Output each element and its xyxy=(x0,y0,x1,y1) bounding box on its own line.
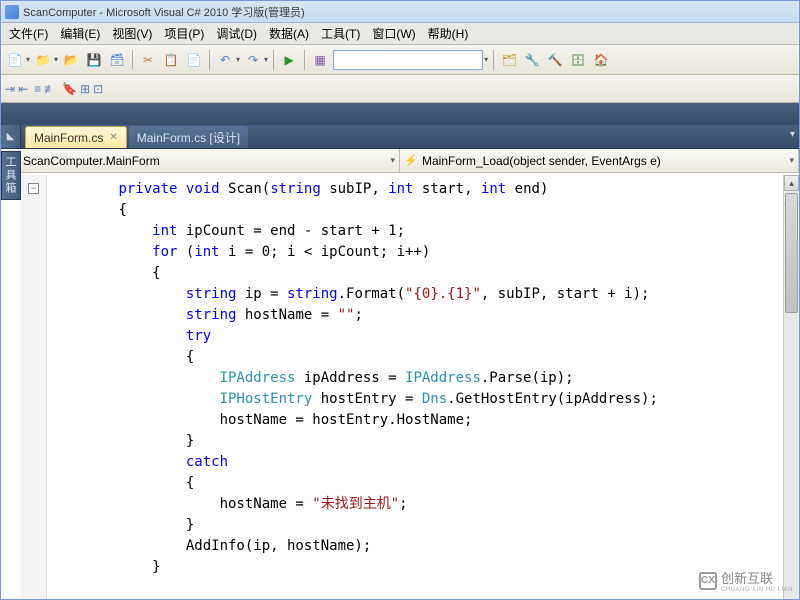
close-tab-icon[interactable]: ✕ xyxy=(109,132,117,143)
cut-icon[interactable]: ✂ xyxy=(138,50,158,70)
menu-help[interactable]: 帮助(H) xyxy=(424,23,473,44)
chevron-down-icon: ▾ xyxy=(789,155,794,166)
solution-explorer-icon[interactable]: 🗂 xyxy=(499,50,519,70)
tab-label: MainForm.cs xyxy=(34,131,103,145)
tab-label: MainForm.cs [设计] xyxy=(137,129,240,146)
tab-mainform-cs[interactable]: MainForm.cs ✕ xyxy=(25,126,127,148)
toolbar-main: 📄▾ 📁▾ 📂 💾 🗃 ✂ 📋 📄 ↶▾ ↷▾ ▶ ▦ ▾ 🗂 🔧 🔨 🗄 🏠 xyxy=(1,45,799,75)
tab-mainform-design[interactable]: MainForm.cs [设计] xyxy=(129,126,248,148)
save-icon[interactable]: 💾 xyxy=(84,50,104,70)
toolbar-text: ⇥ ⇤ ≡ ≢ 🔖 ⊞ ⊡ xyxy=(1,75,799,103)
dark-strip xyxy=(1,103,799,125)
fold-toggle[interactable]: − xyxy=(28,183,39,194)
copy-icon[interactable]: 📋 xyxy=(161,50,181,70)
watermark-text: 创新互联 xyxy=(721,568,793,587)
method-icon: ⚡ xyxy=(404,154,418,168)
watermark: CX 创新互联 CHUANG XIN HU LIAN xyxy=(699,568,793,593)
menu-view[interactable]: 视图(V) xyxy=(108,23,156,44)
code-nav-bar: 🔧 ScanComputer.MainForm ▾ ⚡ MainForm_Loa… xyxy=(1,149,799,173)
document-tabbar: ◣ MainForm.cs ✕ MainForm.cs [设计] ▾ xyxy=(1,125,799,149)
indent-icon[interactable]: ⇥ xyxy=(5,82,15,96)
code-gutter[interactable]: − xyxy=(21,175,47,599)
menu-project[interactable]: 项目(P) xyxy=(160,23,208,44)
menu-window[interactable]: 窗口(W) xyxy=(368,23,419,44)
vertical-scrollbar[interactable]: ▴ ─ xyxy=(783,175,799,599)
window-title: ScanComputer - Microsoft Visual C# 2010 … xyxy=(23,4,305,20)
start-page-icon[interactable]: 🏠 xyxy=(591,50,611,70)
object-browser-icon[interactable]: 🗄 xyxy=(568,50,588,70)
member-name: MainForm_Load(object sender, EventArgs e… xyxy=(422,154,661,168)
open-icon[interactable]: 📂 xyxy=(61,50,81,70)
chevron-down-icon: ▾ xyxy=(390,155,395,166)
paste-icon[interactable]: 📄 xyxy=(184,50,204,70)
toolbox-panel-tab[interactable]: 工具箱 xyxy=(1,151,21,200)
watermark-sub: CHUANG XIN HU LIAN xyxy=(721,587,793,593)
undo-icon[interactable]: ↶ xyxy=(215,50,235,70)
menu-tools[interactable]: 工具(T) xyxy=(317,23,364,44)
side-tab-arrow[interactable]: ◣ xyxy=(1,125,21,148)
code-content[interactable]: private void Scan(string subIP, int star… xyxy=(47,175,783,599)
start-debug-icon[interactable]: ▶ xyxy=(279,50,299,70)
class-name: ScanComputer.MainForm xyxy=(23,154,160,168)
comment-out-icon[interactable]: ≡ xyxy=(34,82,41,96)
outdent-icon[interactable]: ⇤ xyxy=(18,82,28,96)
menu-debug[interactable]: 调试(D) xyxy=(212,23,261,44)
watermark-logo: CX xyxy=(699,572,717,590)
app-icon xyxy=(5,5,19,19)
redo-icon[interactable]: ↷ xyxy=(243,50,263,70)
uncomment-icon[interactable]: ≢ xyxy=(44,82,56,96)
save-all-icon[interactable]: 🗃 xyxy=(107,50,127,70)
bookmark-icon[interactable]: 🔖 xyxy=(62,82,77,96)
tab-overflow-icon[interactable]: ▾ xyxy=(790,129,795,140)
titlebar: ScanComputer - Microsoft Visual C# 2010 … xyxy=(1,1,799,23)
format-icon[interactable]: ⊞ xyxy=(80,82,90,96)
scroll-thumb[interactable] xyxy=(785,193,798,313)
comment-icon[interactable]: ▦ xyxy=(310,50,330,70)
misc-icon[interactable]: ⊡ xyxy=(93,82,103,96)
toolbox-icon[interactable]: 🔨 xyxy=(545,50,565,70)
menu-file[interactable]: 文件(F) xyxy=(5,23,52,44)
class-selector[interactable]: 🔧 ScanComputer.MainForm ▾ xyxy=(1,149,400,172)
new-project-icon[interactable]: 📄 xyxy=(5,50,25,70)
menubar: 文件(F) 编辑(E) 视图(V) 项目(P) 调试(D) 数据(A) 工具(T… xyxy=(1,23,799,45)
properties-icon[interactable]: 🔧 xyxy=(522,50,542,70)
find-combo[interactable] xyxy=(333,50,483,70)
menu-data[interactable]: 数据(A) xyxy=(265,23,313,44)
scroll-up-icon[interactable]: ▴ xyxy=(784,175,799,191)
menu-edit[interactable]: 编辑(E) xyxy=(56,23,104,44)
code-editor[interactable]: − private void Scan(string subIP, int st… xyxy=(21,175,799,599)
add-item-icon[interactable]: 📁 xyxy=(33,50,53,70)
member-selector[interactable]: ⚡ MainForm_Load(object sender, EventArgs… xyxy=(400,149,799,172)
